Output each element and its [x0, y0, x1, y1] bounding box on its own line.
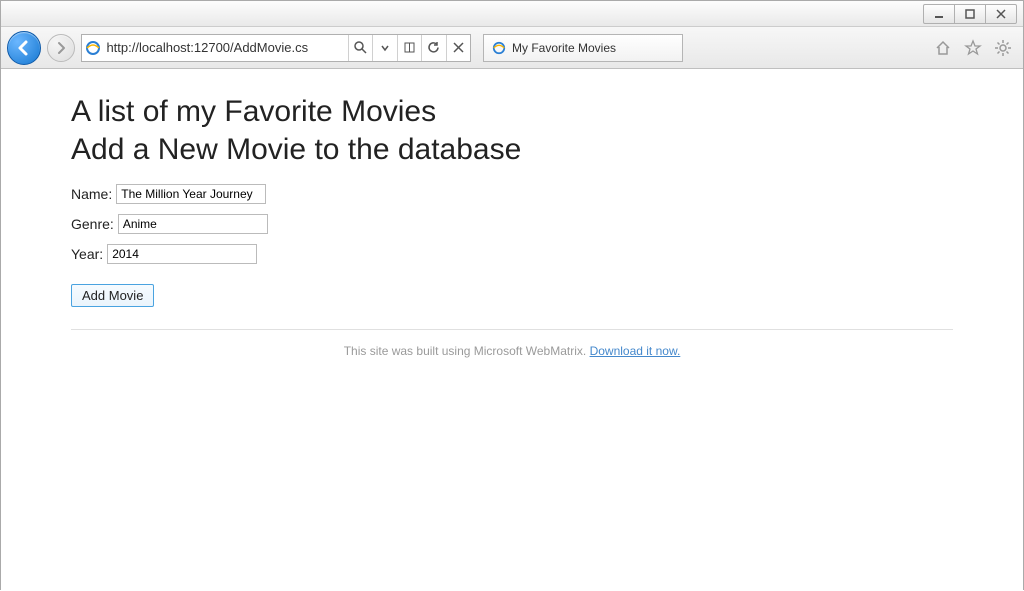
ie-logo-icon [82, 40, 104, 56]
favorites-button[interactable] [961, 36, 985, 60]
browser-tab[interactable]: My Favorite Movies [483, 34, 683, 62]
browser-toolbar: My Favorite Movies [1, 27, 1023, 69]
refresh-button[interactable] [421, 35, 445, 61]
genre-input[interactable] [118, 214, 268, 234]
star-icon [964, 39, 982, 57]
page-footer: This site was built using Microsoft WebM… [71, 344, 953, 358]
genre-label: Genre: [71, 216, 114, 232]
window-close-button[interactable] [985, 4, 1017, 24]
name-label: Name: [71, 186, 112, 202]
separator [71, 329, 953, 330]
minimize-icon [934, 9, 944, 19]
compat-icon [403, 41, 416, 54]
x-icon [453, 42, 464, 53]
home-icon [934, 39, 952, 57]
ie-logo-icon [492, 41, 506, 55]
tab-title: My Favorite Movies [512, 41, 616, 55]
tools-button[interactable] [991, 36, 1015, 60]
compat-view-button[interactable] [397, 35, 421, 61]
year-input[interactable] [107, 244, 257, 264]
close-icon [996, 9, 1006, 19]
maximize-icon [965, 9, 975, 19]
name-input[interactable] [116, 184, 266, 204]
gear-icon [994, 39, 1012, 57]
chevron-down-icon [381, 44, 389, 52]
page-heading-1: A list of my Favorite Movies [71, 93, 953, 131]
year-label: Year: [71, 246, 103, 262]
refresh-icon [427, 41, 440, 54]
page-heading-2: Add a New Movie to the database [71, 131, 953, 169]
stop-button[interactable] [446, 35, 470, 61]
footer-download-link[interactable]: Download it now. [590, 344, 681, 358]
form-row-genre: Genre: [71, 214, 953, 234]
window-titlebar [1, 1, 1023, 27]
home-button[interactable] [931, 36, 955, 60]
address-bar [81, 34, 471, 62]
search-button[interactable] [348, 35, 372, 61]
back-button[interactable] [7, 31, 41, 65]
arrow-right-icon [54, 41, 68, 55]
dropdown-button[interactable] [372, 35, 396, 61]
search-icon [354, 41, 367, 54]
form-row-name: Name: [71, 184, 953, 204]
form-row-year: Year: [71, 244, 953, 264]
arrow-left-icon [15, 39, 33, 57]
add-movie-button[interactable]: Add Movie [71, 284, 154, 307]
url-input[interactable] [104, 35, 348, 61]
window-minimize-button[interactable] [923, 4, 955, 24]
footer-text: This site was built using Microsoft WebM… [344, 344, 590, 358]
window-maximize-button[interactable] [954, 4, 986, 24]
forward-button[interactable] [47, 34, 75, 62]
page-viewport: A list of my Favorite Movies Add a New M… [1, 69, 1023, 591]
